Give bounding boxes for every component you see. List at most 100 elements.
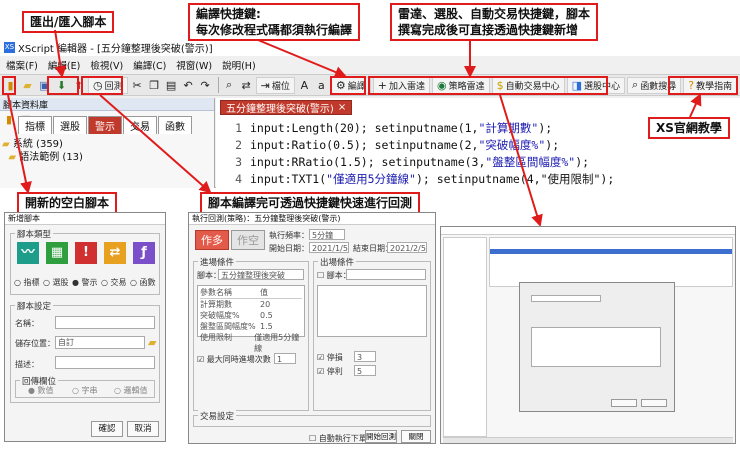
radar-settings-table (531, 327, 661, 367)
callout-hotkeys: 雷達、選股、自動交易快捷鍵，腳本 撰寫完成後可直接透過快捷鍵新增 (390, 3, 599, 41)
menu-edit[interactable]: 編輯(E) (48, 58, 80, 72)
cancel-button[interactable]: 取消 (127, 421, 159, 437)
description-label: 描述： (15, 360, 39, 369)
replace-button[interactable]: ⇄ (239, 77, 254, 94)
font-size-icon: A (300, 78, 309, 92)
stop-loss-field[interactable]: 3 (354, 351, 376, 362)
name-field[interactable] (55, 316, 155, 329)
tab-long[interactable]: 作多 (195, 230, 229, 250)
script-library-panel: 腳本資料庫 ▮ ▦ 指標 選股 警示 交易 函數 ▰ 系統 (359) ▰ 語法… (0, 98, 215, 188)
radar-confirm-button[interactable] (611, 399, 637, 407)
highlight-import-export (47, 76, 79, 95)
new-script-dialog: 新增腳本 腳本類型 〰 ▦ ! ⇄ ƒ ○ 指標 ○ 選股 ● 警示 ○ 交易 … (4, 212, 166, 442)
take-profit-field[interactable]: 5 (354, 365, 376, 376)
menu-compile[interactable]: 編譯(C) (133, 58, 166, 72)
tab-alert[interactable]: 警示 (88, 116, 122, 134)
trade-settings-group: 交易設定 (193, 410, 431, 427)
indicator-type-icon[interactable]: 〰 (17, 242, 39, 264)
exit-script-field[interactable] (346, 269, 426, 280)
radar-selected-row[interactable] (490, 249, 732, 254)
menu-window[interactable]: 視窗(W) (176, 58, 212, 72)
xscript-editor-window: XS XScript 編輯器 - [五分鐘整理後突破(警示)] 檔案(F) 編輯… (0, 38, 740, 188)
start-date-field[interactable]: 2021/1/5 (309, 242, 349, 253)
radar-center-window (440, 226, 736, 444)
folder-icon[interactable]: ▰ (148, 336, 156, 349)
radar-tree-panel[interactable] (443, 237, 487, 437)
take-profit-checkbox[interactable]: ☑ 停利 (317, 366, 343, 377)
return-radio-number[interactable]: ● 數值 (28, 385, 54, 396)
tab-trade[interactable]: 交易 (123, 116, 157, 134)
tree-item-syntax-examples[interactable]: ▰ 語法範例 (13) (2, 151, 83, 164)
highlight-radar-group (368, 76, 608, 95)
stop-loss-checkbox[interactable]: ☑ 停損 (317, 352, 343, 363)
search-icon: ⌕ (226, 78, 233, 91)
period-select[interactable]: 5分鐘 (309, 229, 345, 240)
location-field[interactable]: 自訂 (55, 336, 145, 349)
end-date-field[interactable]: 2021/2/5 (387, 242, 427, 253)
return-radio-logic[interactable]: ○ 邏輯值 (114, 385, 148, 396)
menu-help[interactable]: 說明(H) (222, 58, 256, 72)
return-radio-string[interactable]: ○ 字串 (72, 385, 98, 396)
code-line: 3 input:RRatio(1.5); setinputname(3,"盤整區間… (235, 155, 590, 169)
paste-icon: ▤ (165, 78, 177, 92)
highlight-teaching (668, 76, 738, 95)
callout-xs-teaching: XS官網教學 (648, 117, 730, 139)
radar-cancel-button[interactable] (641, 399, 667, 407)
highlight-new-script (2, 76, 16, 95)
code-line: 2 input:Ratio(0.5); setinputname(2,"突破幅度%… (235, 138, 560, 152)
tab-function[interactable]: 函數 (158, 116, 192, 134)
tab-short[interactable]: 作空 (231, 230, 265, 250)
paste-button[interactable]: ▤ (164, 77, 179, 94)
font-decrease-button[interactable]: a (314, 77, 329, 94)
type-radio-indicator[interactable]: ○ 指標 (14, 277, 40, 288)
copy-icon: ❐ (149, 78, 160, 92)
undo-button[interactable]: ↶ (181, 77, 196, 94)
script-settings-group: 腳本設定 名稱： 儲存位置： 自訂 ▰ 描述： 回傳欄位 ● 數值 ○ 字串 ○… (10, 300, 160, 403)
tab-indicator[interactable]: 指標 (18, 116, 52, 134)
open-button[interactable]: ▰ (20, 77, 35, 94)
callout-import-export: 匯出/匯入腳本 (22, 11, 115, 33)
start-date-label: 開始日期： (269, 244, 309, 253)
menu-bar: 檔案(F) 編輯(E) 檢視(V) 編譯(C) 視窗(W) 說明(H) (0, 58, 740, 72)
close-icon[interactable]: × (338, 102, 346, 113)
type-radio-screener[interactable]: ○ 選股 (43, 277, 69, 288)
start-backtest-button[interactable]: 開始回測 (365, 430, 397, 443)
tree-item-system[interactable]: ▰ 系統 (359) (2, 138, 83, 151)
type-radio-function[interactable]: ○ 函數 (130, 277, 156, 288)
entry-script-field[interactable]: 五分鐘整理後突破 (218, 269, 304, 280)
window-title: XScript 編輯器 - [五分鐘整理後突破(警示)] (18, 43, 213, 55)
scissors-icon: ✂ (132, 78, 142, 92)
menu-view[interactable]: 檢視(V) (90, 58, 123, 72)
document-tab[interactable]: 五分鐘整理後突破(警示) × (220, 100, 353, 115)
backtest-dialog: 執行回測(策略)：五分鐘整理後突破(警示) 作多 作空 執行頻率： 5分鐘 開始… (188, 212, 436, 444)
close-button[interactable]: 關閉 (401, 430, 431, 443)
trade-type-icon[interactable]: ⇄ (104, 242, 126, 264)
function-type-icon[interactable]: ƒ (133, 242, 155, 264)
code-editor[interactable]: 五分鐘整理後突破(警示) × 1 input:Length(20); setinp… (216, 98, 740, 188)
max-entries-field[interactable]: 1 (274, 353, 296, 364)
alert-type-icon[interactable]: ! (75, 242, 97, 264)
entry-conditions-group: 進場條件 腳本： 五分鐘整理後突破 參數名稱值 計算期數 20 突破幅度% 0.5 … (193, 256, 309, 411)
copy-button[interactable]: ❐ (147, 77, 162, 94)
find-button[interactable]: ⌕ (222, 77, 237, 94)
radar-window-titlebar (441, 227, 735, 235)
cut-button[interactable]: ✂ (130, 77, 145, 94)
font-size-small-icon: a (317, 78, 325, 92)
menu-file[interactable]: 檔案(F) (6, 58, 38, 72)
ok-button[interactable]: 確認 (91, 421, 123, 437)
font-increase-button[interactable]: A (297, 77, 312, 94)
auto-exec-checkbox[interactable]: ☐ 自動執行下單 (309, 433, 367, 444)
radar-settings-field[interactable] (531, 295, 601, 302)
new-folder-icon[interactable]: ▮ (2, 113, 16, 127)
redo-button[interactable]: ↷ (198, 77, 213, 94)
indent-icon: ⇥ (260, 78, 270, 92)
description-field[interactable] (55, 356, 155, 369)
radar-list-panel[interactable] (489, 237, 733, 287)
type-radio-trade[interactable]: ○ 交易 (101, 277, 127, 288)
location-label: 儲存位置： (15, 339, 55, 348)
tab-screener[interactable]: 選股 (53, 116, 87, 134)
screener-type-icon[interactable]: ▦ (46, 242, 68, 264)
type-radio-alert[interactable]: ● 警示 (72, 277, 98, 288)
indent-button[interactable]: ⇥ 檔位 (255, 76, 295, 94)
max-entries-checkbox[interactable]: ☑ 最大同時進場次數 (197, 354, 271, 365)
